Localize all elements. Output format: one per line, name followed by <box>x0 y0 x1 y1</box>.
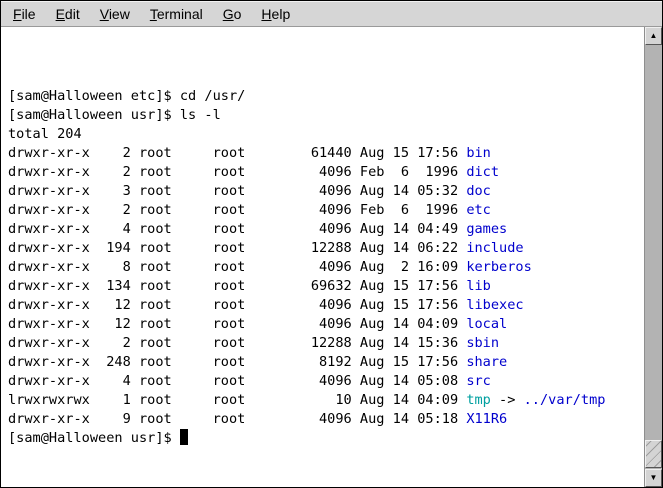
terminal-line: drwxr-xr-x 2 root root 61440 Aug 15 17:5… <box>8 144 644 163</box>
file-name: libexec <box>466 297 523 313</box>
file-attributes: drwxr-xr-x 8 root root 4096 Aug 2 16:09 <box>8 259 466 275</box>
file-name: dict <box>466 164 499 180</box>
file-name: local <box>466 316 507 332</box>
file-attributes: drwxr-xr-x 2 root root 61440 Aug 15 17:5… <box>8 145 466 161</box>
scrollbar-up-button[interactable]: ▲ <box>645 27 662 45</box>
terminal-cursor <box>180 429 188 445</box>
file-name: games <box>466 221 507 237</box>
file-name: bin <box>466 145 491 161</box>
file-attributes: drwxr-xr-x 12 root root 4096 Aug 14 04:0… <box>8 316 466 332</box>
terminal-line: drwxr-xr-x 4 root root 4096 Aug 14 04:49… <box>8 220 644 239</box>
file-attributes: drwxr-xr-x 12 root root 4096 Aug 15 17:5… <box>8 297 466 313</box>
file-attributes: drwxr-xr-x 4 root root 4096 Aug 14 04:49 <box>8 221 466 237</box>
scroll-down-icon: ▼ <box>650 474 658 482</box>
menu-terminal[interactable]: Terminal <box>140 2 213 26</box>
terminal-text: [sam@Halloween etc]$ cd /usr/ <box>8 88 245 104</box>
terminal-line: [sam@Halloween usr]$ ls -l <box>8 106 644 125</box>
menu-go[interactable]: Go <box>213 2 252 26</box>
terminal-text: total 204 <box>8 126 82 142</box>
terminal-window: FileEditViewTerminalGoHelp [sam@Hallowee… <box>0 0 663 488</box>
file-name: include <box>466 240 523 256</box>
file-attributes: drwxr-xr-x 4 root root 4096 Aug 14 05:08 <box>8 373 466 389</box>
terminal-line: drwxr-xr-x 2 root root 12288 Aug 14 15:3… <box>8 334 644 353</box>
scrollbar-down-button[interactable]: ▼ <box>645 469 662 487</box>
file-attributes: drwxr-xr-x 2 root root 4096 Feb 6 1996 <box>8 202 466 218</box>
terminal-line: lrwxrwxrwx 1 root root 10 Aug 14 04:09 t… <box>8 391 644 410</box>
terminal-line: drwxr-xr-x 8 root root 4096 Aug 2 16:09 … <box>8 258 644 277</box>
terminal-text: [sam@Halloween usr]$ ls -l <box>8 107 221 123</box>
file-name: etc <box>466 202 491 218</box>
file-name: lib <box>466 278 491 294</box>
terminal-line: drwxr-xr-x 248 root root 8192 Aug 15 17:… <box>8 353 644 372</box>
file-name: sbin <box>466 335 499 351</box>
menu-view[interactable]: View <box>90 2 140 26</box>
file-name: share <box>466 354 507 370</box>
terminal-line: drwxr-xr-x 9 root root 4096 Aug 14 05:18… <box>8 410 644 429</box>
menu-help[interactable]: Help <box>251 2 300 26</box>
terminal-line: drwxr-xr-x 2 root root 4096 Feb 6 1996 e… <box>8 201 644 220</box>
terminal-line: drwxr-xr-x 134 root root 69632 Aug 15 17… <box>8 277 644 296</box>
menu-edit[interactable]: Edit <box>46 2 90 26</box>
file-attributes: drwxr-xr-x 9 root root 4096 Aug 14 05:18 <box>8 411 466 427</box>
file-name: tmp <box>466 392 491 408</box>
file-attributes: drwxr-xr-x 3 root root 4096 Aug 14 05:32 <box>8 183 466 199</box>
file-name: X11R6 <box>466 411 507 427</box>
file-attributes: lrwxrwxrwx 1 root root 10 Aug 14 04:09 <box>8 392 466 408</box>
file-attributes: drwxr-xr-x 134 root root 69632 Aug 15 17… <box>8 278 466 294</box>
file-name: src <box>466 373 491 389</box>
shell-prompt: [sam@Halloween usr]$ <box>8 430 180 446</box>
file-attributes: drwxr-xr-x 2 root root 4096 Feb 6 1996 <box>8 164 466 180</box>
terminal-line: drwxr-xr-x 4 root root 4096 Aug 14 05:08… <box>8 372 644 391</box>
symlink-arrow: -> <box>491 392 524 408</box>
terminal-line: drwxr-xr-x 12 root root 4096 Aug 15 17:5… <box>8 296 644 315</box>
scrollbar-thumb[interactable] <box>645 440 662 468</box>
menu-bar: FileEditViewTerminalGoHelp <box>1 1 662 27</box>
terminal-line: drwxr-xr-x 2 root root 4096 Feb 6 1996 d… <box>8 163 644 182</box>
terminal-line: drwxr-xr-x 12 root root 4096 Aug 14 04:0… <box>8 315 644 334</box>
scrollbar-trough[interactable] <box>645 45 662 469</box>
window-content: [sam@Halloween etc]$ cd /usr/ [sam@Hallow… <box>1 27 662 487</box>
file-attributes: drwxr-xr-x 2 root root 12288 Aug 14 15:3… <box>8 335 466 351</box>
terminal-line: drwxr-xr-x 194 root root 12288 Aug 14 06… <box>8 239 644 258</box>
symlink-target: ../var/tmp <box>524 392 606 408</box>
terminal-line: total 204 <box>8 125 644 144</box>
file-attributes: drwxr-xr-x 248 root root 8192 Aug 15 17:… <box>8 354 466 370</box>
scrollbar[interactable]: ▲ ▼ <box>644 27 662 487</box>
terminal-line: [sam@Halloween usr]$ <box>8 429 644 448</box>
terminal-line: drwxr-xr-x 3 root root 4096 Aug 14 05:32… <box>8 182 644 201</box>
terminal-line: [sam@Halloween etc]$ cd /usr/ <box>8 87 644 106</box>
file-name: kerberos <box>466 259 531 275</box>
scroll-up-icon: ▲ <box>650 32 658 40</box>
terminal-output-area[interactable]: [sam@Halloween etc]$ cd /usr/ [sam@Hallow… <box>1 27 644 487</box>
file-attributes: drwxr-xr-x 194 root root 12288 Aug 14 06… <box>8 240 466 256</box>
menu-file[interactable]: File <box>3 2 46 26</box>
file-name: doc <box>466 183 491 199</box>
